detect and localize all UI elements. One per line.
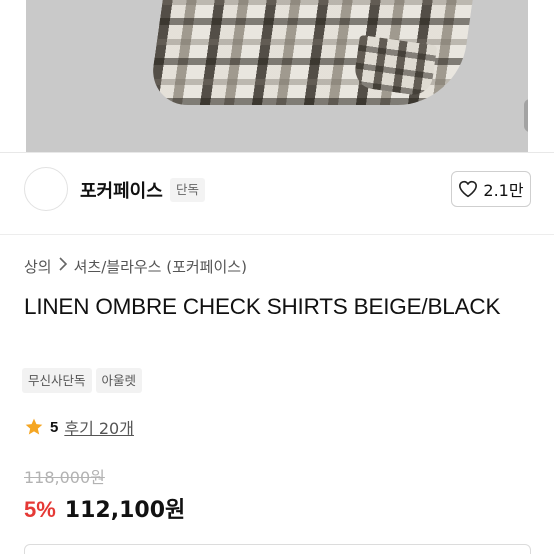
brand-name-link[interactable]: 포커페이스 xyxy=(80,177,163,203)
rating: 5 후기 20개 xyxy=(24,415,134,439)
brand-row: 포커페이스 단독 2.1만 xyxy=(0,165,554,217)
expand-image-button[interactable] xyxy=(524,99,528,132)
original-price: 118,000원 xyxy=(24,468,105,487)
discount-rate: 5% xyxy=(24,497,56,522)
brand-logo-mark xyxy=(29,188,63,190)
tag-musinsa-exclusive: 무신사단독 xyxy=(22,368,92,393)
product-title: LINEN OMBRE CHECK SHIRTS BEIGE/BLACK xyxy=(24,294,501,319)
breadcrumb-category[interactable]: 상의 xyxy=(24,256,52,277)
exclusive-badge: 단독 xyxy=(170,178,206,202)
star-icon xyxy=(25,418,43,435)
breadcrumb-subcategory[interactable]: 셔츠/블라우스 (포커페이스) xyxy=(74,256,247,277)
divider xyxy=(0,234,554,235)
chevron-right-icon xyxy=(58,257,68,275)
like-count: 2.1만 xyxy=(483,181,524,200)
tag-outlet: 아울렛 xyxy=(95,368,143,393)
reviews-link[interactable]: 후기 20개 xyxy=(64,415,134,439)
coupon-box[interactable] xyxy=(24,544,531,554)
price-row: 5% 112,100원 xyxy=(24,492,185,524)
brand-like-button[interactable]: 2.1만 xyxy=(451,171,531,207)
brand-logo[interactable] xyxy=(24,167,68,211)
product-tags: 무신사단독 아울렛 xyxy=(22,368,143,393)
heart-icon xyxy=(459,180,478,198)
divider xyxy=(0,152,554,153)
sale-price: 112,100원 xyxy=(64,498,186,523)
breadcrumb: 상의 셔츠/블라우스 (포커페이스) xyxy=(24,255,247,277)
product-photo[interactable] xyxy=(26,0,528,152)
rating-score: 5 xyxy=(50,418,59,436)
product-image-area xyxy=(0,0,554,152)
